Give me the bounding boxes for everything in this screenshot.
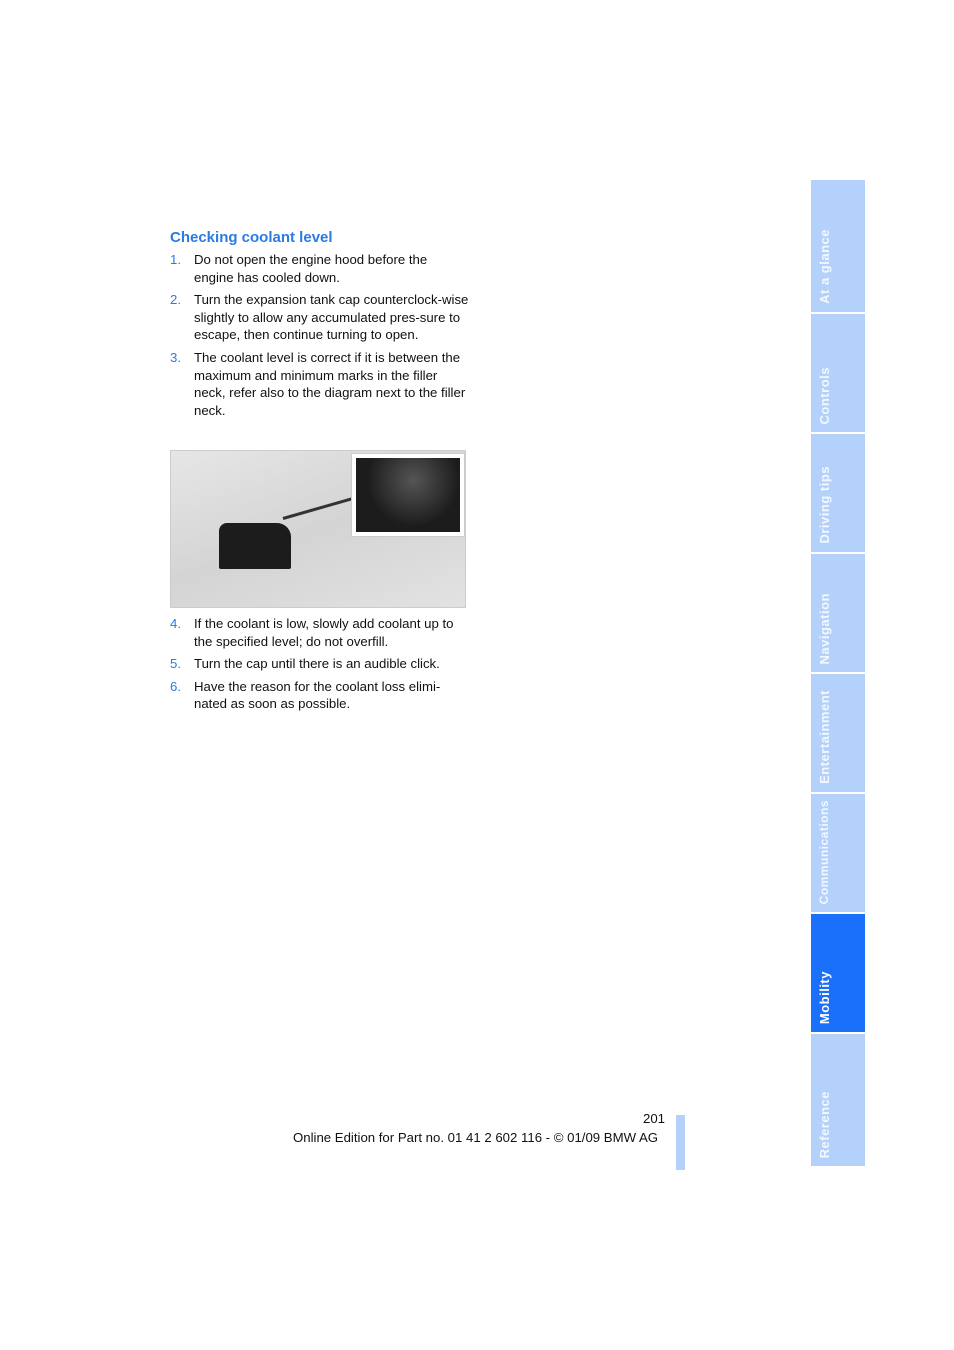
- tab-driving-tips[interactable]: Driving tips: [811, 434, 865, 552]
- tab-reference[interactable]: Reference: [811, 1034, 865, 1166]
- tab-mobility[interactable]: Mobility: [811, 914, 865, 1032]
- steps-list-1: 1. Do not open the engine hood before the…: [170, 251, 470, 424]
- coolant-tank-image: [170, 450, 466, 608]
- list-item: 2. Turn the expansion tank cap counterclo…: [170, 292, 469, 343]
- page-number: 201: [643, 1111, 666, 1126]
- list-item: 1. Do not open the engine hood before the…: [170, 252, 428, 285]
- tab-controls[interactable]: Controls: [811, 314, 865, 432]
- callout-line: [282, 497, 353, 520]
- list-item: 5. Turn the cap until there is an audible…: [170, 656, 440, 672]
- tab-entertainment[interactable]: Entertainment: [811, 674, 865, 792]
- list-item: 3. The coolant level is correct if it is …: [170, 349, 466, 418]
- page-marker-bar: [676, 1115, 685, 1170]
- list-item: 6. Have the reason for the coolant loss e…: [170, 678, 441, 712]
- filler-neck-detail: [351, 453, 465, 537]
- steps-list-2: 4. If the coolant is low, slowly add cool…: [170, 615, 470, 718]
- tab-navigation[interactable]: Navigation: [811, 554, 865, 672]
- section-heading: Checking coolant level: [170, 229, 333, 246]
- manual-page: Checking coolant level 1. Do not open the…: [0, 0, 954, 1350]
- tab-communications[interactable]: Communications: [811, 794, 865, 912]
- tab-at-a-glance[interactable]: At a glance: [811, 180, 865, 312]
- footer-text: Online Edition for Part no. 01 41 2 602 …: [293, 1130, 659, 1145]
- list-item: 4. If the coolant is low, slowly add cool…: [170, 616, 454, 649]
- expansion-tank: [219, 523, 291, 569]
